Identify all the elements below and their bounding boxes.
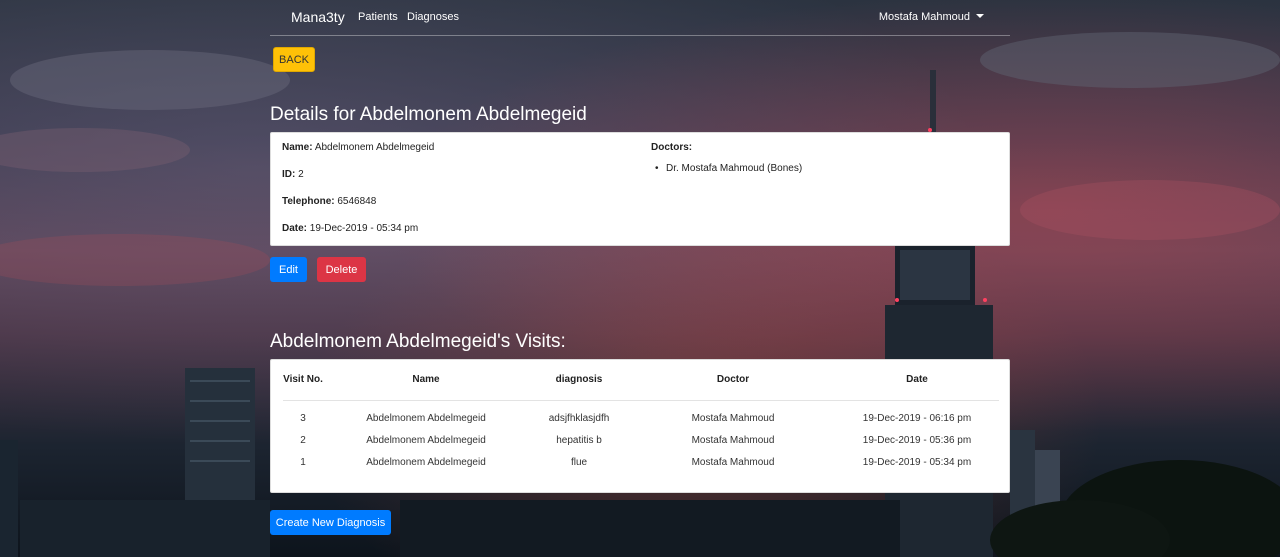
back-button[interactable]: BACK	[273, 47, 315, 72]
column-header-date: Date	[906, 374, 928, 385]
brand-logo[interactable]: Mana3ty	[291, 9, 345, 25]
visit-no-cell: 1	[300, 457, 306, 468]
name-label: Name:	[282, 142, 313, 153]
date-label: Date:	[282, 223, 308, 234]
doctor-cell: Mostafa Mahmoud	[691, 435, 775, 446]
column-header-visit-no: Visit No.	[283, 374, 323, 385]
patient-name-value: Abdelmonem Abdelmegeid	[314, 142, 435, 153]
top-navbar: Mana3ty Patients Diagnoses Mostafa Mahmo…	[270, 0, 1010, 36]
visit-no-cell: 3	[300, 413, 306, 424]
name-cell: Abdelmonem Abdelmegeid	[366, 457, 486, 468]
diagnosis-cell: hepatitis b	[556, 435, 602, 446]
create-new-diagnosis-button[interactable]: Create New Diagnosis	[270, 510, 391, 535]
patient-telephone-field: Telephone: 6546848	[282, 196, 376, 207]
nav-link-patients[interactable]: Patients	[358, 11, 398, 23]
date-cell: 19-Dec-2019 - 05:34 pm	[862, 457, 972, 468]
date-cell: 19-Dec-2019 - 05:36 pm	[862, 435, 972, 446]
patient-details-card: Name: Abdelmonem Abdelmegeid ID: 2 Telep…	[270, 132, 1010, 246]
name-cell: Abdelmonem Abdelmegeid	[366, 413, 486, 424]
patient-date-value: 19-Dec-2019 - 05:34 pm	[309, 223, 419, 234]
doctor-cell: Mostafa Mahmoud	[691, 413, 775, 424]
header-divider	[283, 400, 999, 401]
doctors-label: Doctors:	[651, 142, 693, 153]
doctor-list-item: Dr. Mostafa Mahmoud (Bones)	[655, 163, 802, 174]
column-header-diagnosis: diagnosis	[555, 374, 603, 385]
nav-link-diagnoses[interactable]: Diagnoses	[407, 11, 459, 23]
visits-table: Visit No. Name diagnosis Doctor Date 3 A…	[270, 359, 1010, 493]
id-label: ID:	[282, 169, 296, 180]
telephone-label: Telephone:	[282, 196, 335, 207]
visits-heading: Abdelmonem Abdelmegeid's Visits:	[270, 331, 566, 352]
diagnosis-cell: adsjfhklasjdfh	[548, 413, 610, 424]
user-name: Mostafa Mahmoud	[878, 11, 970, 23]
delete-button[interactable]: Delete	[317, 257, 366, 282]
edit-button[interactable]: Edit	[270, 257, 307, 282]
details-heading: Details for Abdelmonem Abdelmegeid	[270, 104, 587, 125]
name-cell: Abdelmonem Abdelmegeid	[366, 435, 486, 446]
visit-no-cell: 2	[300, 435, 306, 446]
date-cell: 19-Dec-2019 - 06:16 pm	[862, 413, 972, 424]
patient-telephone-value: 6546848	[337, 196, 377, 207]
user-dropdown[interactable]: Mostafa Mahmoud	[879, 11, 984, 23]
diagnosis-cell: flue	[570, 457, 588, 468]
patient-id-value: 2	[298, 169, 304, 180]
caret-down-icon	[976, 14, 984, 18]
column-header-name: Name	[412, 374, 440, 385]
patient-name-field: Name: Abdelmonem Abdelmegeid	[282, 142, 434, 153]
doctor-cell: Mostafa Mahmoud	[691, 457, 775, 468]
patient-date-field: Date: 19-Dec-2019 - 05:34 pm	[282, 223, 418, 234]
patient-id-field: ID: 2	[282, 169, 304, 180]
column-header-doctor: Doctor	[716, 374, 750, 385]
